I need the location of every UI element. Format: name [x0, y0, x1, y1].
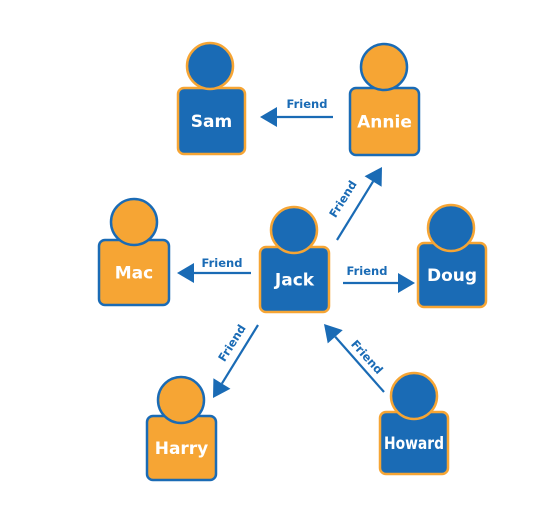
edge-label: Friend [347, 264, 388, 278]
person-node-howard: Howard [378, 371, 450, 476]
edge-jack-to-harry: Friend [213, 322, 259, 398]
arrowhead-icon [260, 107, 277, 127]
arrowhead-icon [364, 167, 382, 187]
person-head-icon [269, 205, 319, 255]
person-name: Jack [274, 271, 315, 291]
person-head-icon [426, 203, 476, 253]
edge-label: Friend [326, 178, 360, 220]
edge-label: Friend [202, 256, 243, 270]
person-name: Doug [427, 266, 477, 286]
edge-label: Friend [287, 97, 328, 111]
person-node-jack: Jack [258, 205, 331, 314]
person-head-icon [389, 371, 439, 421]
person-head-icon [359, 42, 409, 92]
person-node-sam: Sam [176, 41, 247, 156]
person-name: Sam [191, 112, 232, 132]
edge-label: Friend [215, 322, 249, 364]
person-head-icon [109, 197, 159, 247]
person-name: Howard [384, 434, 444, 454]
edge-jack-to-mac: Friend [177, 256, 251, 283]
arrowhead-icon [213, 378, 231, 398]
person-node-annie: Annie [348, 42, 421, 157]
person-name: Harry [155, 439, 209, 459]
person-name: Mac [115, 264, 153, 284]
edge-jack-to-annie: Friend [326, 167, 382, 241]
arrowhead-icon [177, 263, 194, 283]
person-node-mac: Mac [97, 197, 171, 307]
arrowhead-icon [398, 273, 415, 293]
friend-network-diagram: Friend Friend Friend Friend Friend Friend Sam… [97, 41, 488, 482]
person-head-icon [185, 41, 235, 91]
person-node-harry: Harry [145, 375, 218, 482]
edge-jack-to-doug: Friend [343, 264, 415, 293]
person-node-doug: Doug [416, 203, 488, 309]
edge-howard-to-jack: Friend [324, 324, 386, 393]
edge-annie-to-sam: Friend [260, 97, 333, 127]
person-name: Annie [357, 113, 412, 133]
person-head-icon [156, 375, 206, 425]
